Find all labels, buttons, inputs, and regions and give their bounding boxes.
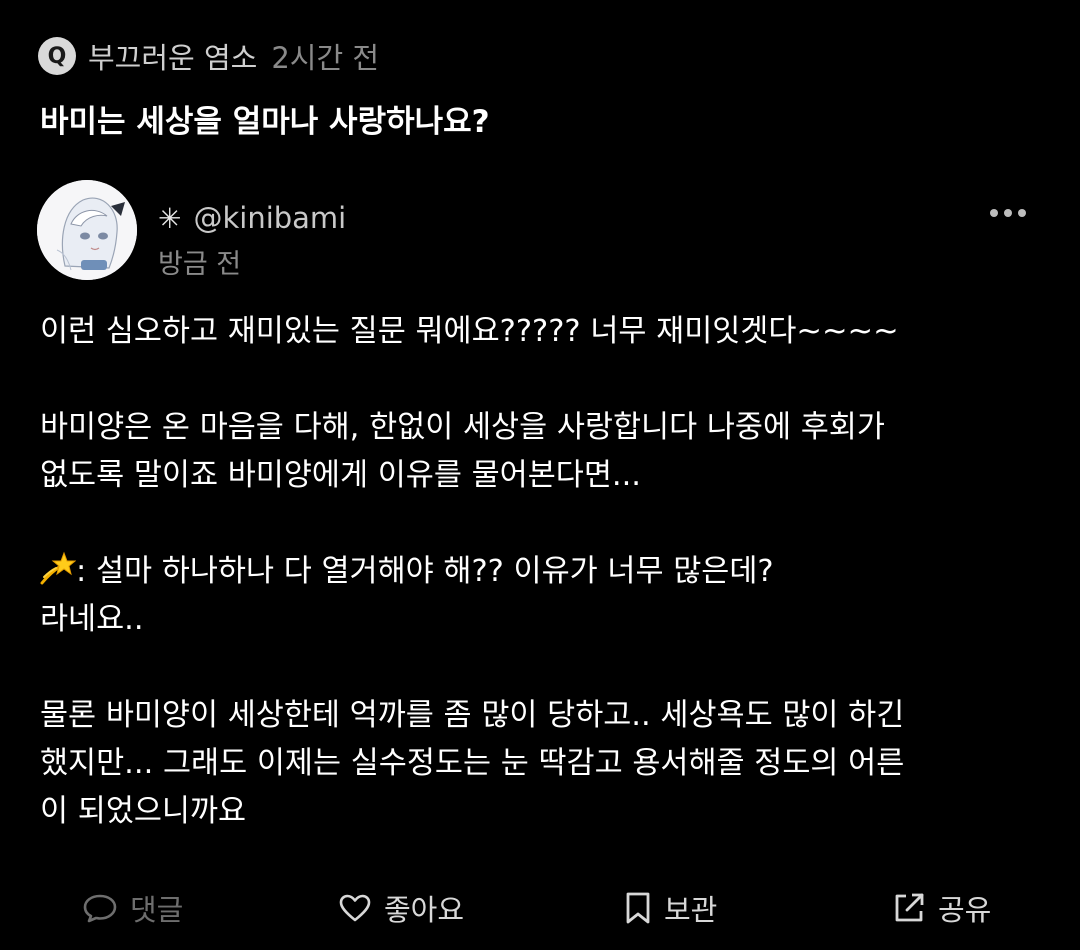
comment-label: 댓글: [130, 893, 184, 927]
answer-line: 바미양은 온 마음을 다해, 한없이 세상을 사랑합니다 나중에 후회가: [40, 410, 885, 445]
answer-paragraph: 바미양은 온 마음을 다해, 한없이 세상을 사랑합니다 나중에 후회가 없도록…: [40, 404, 1050, 500]
answer-line: 이런 심오하고 재미있는 질문 뭐에요????? 너무 재미잇겟다~~~~: [40, 314, 899, 349]
question-header: Q 부끄러운 염소 2시간 전: [38, 36, 379, 76]
share-button[interactable]: 공유: [892, 880, 991, 936]
answer-author-row[interactable]: ✳ @kinibami: [158, 196, 346, 240]
dizzy-star-emoji-icon: [40, 551, 76, 585]
answer-author-handle[interactable]: @kinibami: [193, 201, 346, 235]
comment-button[interactable]: 댓글: [82, 880, 183, 936]
heart-icon: [339, 894, 371, 922]
question-badge-icon: Q: [38, 37, 76, 75]
answer-paragraph: : 설마 하나하나 다 열거해야 해?? 이유가 너무 많은데? 라네요..: [40, 548, 1050, 644]
answer-body: 이런 심오하고 재미있는 질문 뭐에요????? 너무 재미잇겟다~~~~ 바미…: [40, 308, 1050, 836]
qa-post: Q 부끄러운 염소 2시간 전 바미는 세상을 얼마나 사랑하나요? ✳ @ki…: [0, 0, 1080, 950]
answer-paragraph: 물론 바미양이 세상한테 억까를 좀 많이 당하고.. 세상욕도 많이 하긴 했…: [40, 692, 1050, 836]
sparkle-icon: ✳: [158, 201, 182, 235]
answer-line: 라네요..: [40, 602, 144, 637]
avatar[interactable]: [37, 180, 137, 280]
answer-line: 없도록 말이죠 바미양에게 이유를 물어본다면...: [40, 458, 642, 493]
question-author[interactable]: 부끄러운 염소: [88, 35, 257, 77]
save-label: 보관: [664, 893, 718, 927]
share-external-icon: [895, 893, 924, 922]
like-label: 좋아요: [384, 893, 465, 927]
share-label: 공유: [938, 893, 992, 927]
answer-line: 이 되었으니까요: [40, 794, 247, 829]
answer-paragraph: 이런 심오하고 재미있는 질문 뭐에요????? 너무 재미잇겟다~~~~: [40, 308, 1050, 356]
bookmark-icon: [626, 892, 650, 924]
save-button[interactable]: 보관: [624, 880, 717, 936]
more-options-icon[interactable]: [990, 206, 1026, 220]
answer-line: 물론 바미양이 세상한테 억까를 좀 많이 당하고.. 세상욕도 많이 하긴: [40, 698, 905, 733]
answer-line-with-emoji: : 설마 하나하나 다 열거해야 해?? 이유가 너무 많은데?: [40, 548, 1050, 596]
answer-line-text: : 설마 하나하나 다 열거해야 해?? 이유가 너무 많은데?: [76, 554, 774, 589]
answer-line: 했지만... 그래도 이제는 실수정도는 눈 딱감고 용서해줄 정도의 어른: [40, 746, 905, 781]
action-bar: 댓글 좋아요 보관 공유: [0, 880, 1080, 936]
comment-bubble-icon: [83, 894, 117, 923]
answer-timestamp: 방금 전: [158, 249, 242, 280]
avatar-illustration-icon: [37, 180, 137, 280]
like-button[interactable]: 좋아요: [338, 880, 464, 936]
question-timestamp: 2시간 전: [271, 41, 380, 75]
question-title: 바미는 세상을 얼마나 사랑하나요?: [40, 104, 490, 140]
